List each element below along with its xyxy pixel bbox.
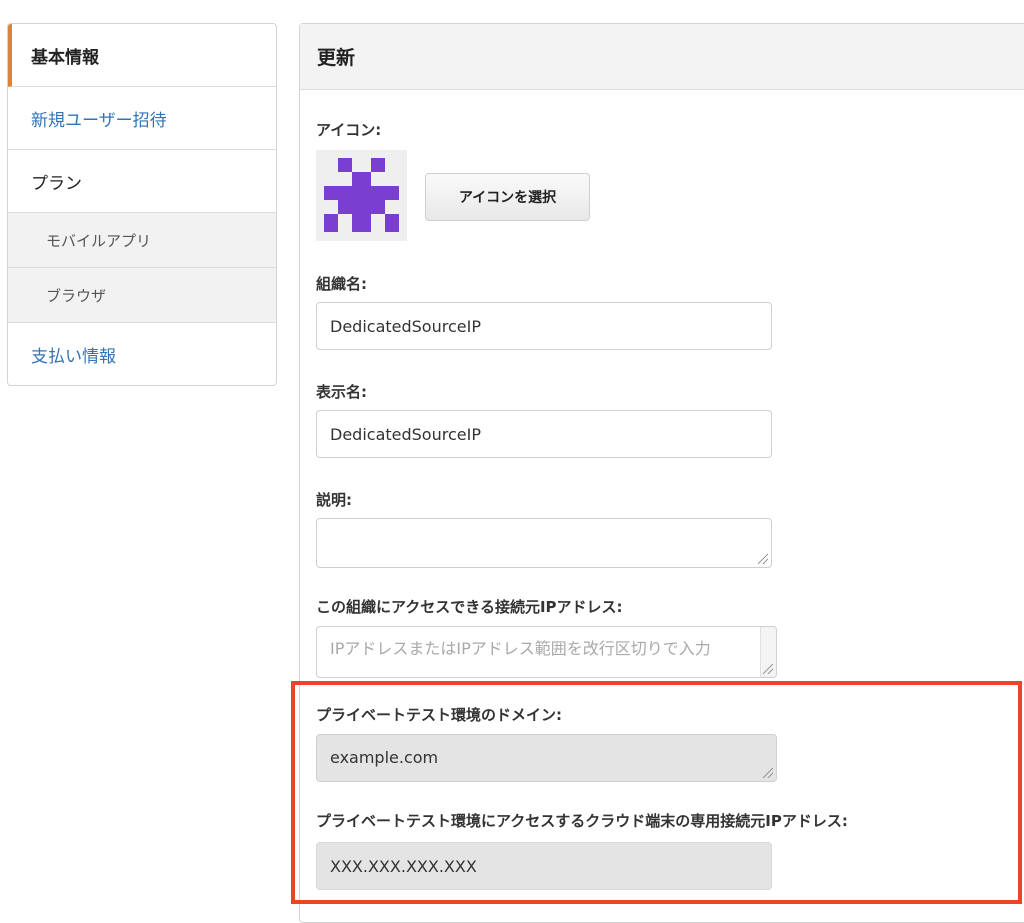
display-name-label: 表示名: <box>316 383 367 401</box>
sidebar-item-invite-user[interactable]: 新規ユーザー招待 <box>8 87 276 150</box>
display-name-input[interactable]: DedicatedSourceIP <box>316 410 772 458</box>
description-value <box>317 519 771 539</box>
icon-label: アイコン: <box>316 121 382 139</box>
allowed-ip-placeholder: IPアドレスまたはIPアドレス範囲を改行区切りで入力 <box>330 639 711 658</box>
icon-pixel <box>324 186 399 200</box>
update-panel: 更新 アイコン: アイコンを選択 組織名: DedicatedSourceIP … <box>299 23 1024 923</box>
org-name-label: 組織名: <box>316 275 367 293</box>
sidebar-item-basic-info[interactable]: 基本情報 <box>8 24 276 87</box>
private-domain-value: example.com <box>330 748 439 767</box>
organization-icon <box>316 150 407 241</box>
sidebar-item-payment-info[interactable]: 支払い情報 <box>8 323 276 385</box>
icon-pixel <box>338 158 352 172</box>
icon-pixel <box>324 214 338 232</box>
sidebar-item-browser[interactable]: ブラウザ <box>8 268 276 323</box>
icon-pixel <box>385 214 399 232</box>
settings-sidebar: 基本情報 新規ユーザー招待 プラン モバイルアプリ ブラウザ 支払い情報 <box>7 23 277 386</box>
resize-handle-icon <box>763 768 773 778</box>
icon-pixel <box>338 200 385 214</box>
select-icon-button[interactable]: アイコンを選択 <box>425 173 590 221</box>
sidebar-item-plan[interactable]: プラン <box>8 150 276 213</box>
allowed-ip-label: この組織にアクセスできる接続元IPアドレス: <box>316 598 623 616</box>
panel-title: 更新 <box>300 24 1024 90</box>
resize-handle-icon[interactable] <box>763 664 773 674</box>
allowed-ip-textarea[interactable]: IPアドレスまたはIPアドレス範囲を改行区切りで入力 <box>316 626 777 678</box>
resize-handle-icon[interactable] <box>758 554 768 564</box>
private-domain-field: example.com <box>316 734 777 782</box>
private-ip-label: プライベートテスト環境にアクセスするクラウド端末の専用接続元IPアドレス: <box>316 812 848 830</box>
sidebar-item-mobile-app[interactable]: モバイルアプリ <box>8 213 276 268</box>
org-name-input[interactable]: DedicatedSourceIP <box>316 302 772 350</box>
icon-pixel <box>352 172 371 186</box>
private-ip-field: XXX.XXX.XXX.XXX <box>316 842 772 890</box>
icon-pixel <box>371 158 385 172</box>
icon-pixel <box>352 214 371 232</box>
description-textarea[interactable] <box>316 518 772 568</box>
private-domain-label: プライベートテスト環境のドメイン: <box>316 706 563 724</box>
description-label: 説明: <box>316 491 352 509</box>
